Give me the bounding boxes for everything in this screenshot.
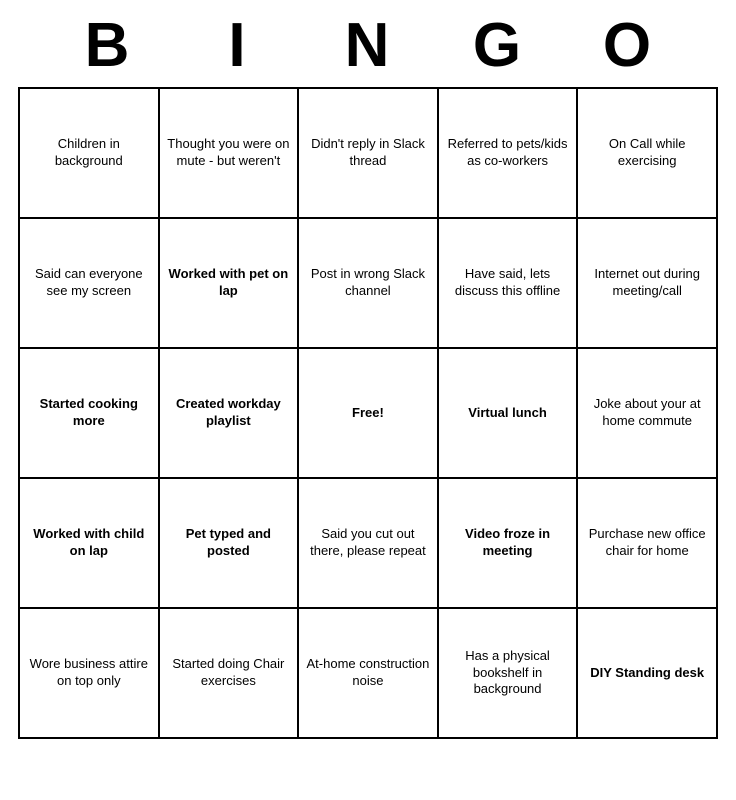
grid-cell-0-4[interactable]: On Call while exercising: [577, 88, 717, 218]
grid-cell-1-1[interactable]: Worked with pet on lap: [159, 218, 299, 348]
grid-cell-4-1[interactable]: Started doing Chair exercises: [159, 608, 299, 738]
grid-cell-4-0[interactable]: Wore business attire on top only: [19, 608, 159, 738]
grid-cell-4-3[interactable]: Has a physical bookshelf in background: [438, 608, 578, 738]
grid-cell-1-4[interactable]: Internet out during meeting/call: [577, 218, 717, 348]
grid-cell-2-0[interactable]: Started cooking more: [19, 348, 159, 478]
bingo-letter-O: O: [563, 10, 693, 81]
grid-cell-2-3[interactable]: Virtual lunch: [438, 348, 578, 478]
grid-row-2: Started cooking moreCreated workday play…: [19, 348, 717, 478]
grid-cell-4-2[interactable]: At-home construction noise: [298, 608, 438, 738]
grid-cell-3-2[interactable]: Said you cut out there, please repeat: [298, 478, 438, 608]
bingo-header: BINGO: [18, 0, 718, 87]
grid-cell-0-1[interactable]: Thought you were on mute - but weren't: [159, 88, 299, 218]
grid-cell-2-2[interactable]: Free!: [298, 348, 438, 478]
grid-row-0: Children in backgroundThought you were o…: [19, 88, 717, 218]
grid-cell-2-4[interactable]: Joke about your at home commute: [577, 348, 717, 478]
grid-cell-3-4[interactable]: Purchase new office chair for home: [577, 478, 717, 608]
bingo-letter-G: G: [433, 10, 563, 81]
bingo-letter-N: N: [303, 10, 433, 81]
grid-cell-3-3[interactable]: Video froze in meeting: [438, 478, 578, 608]
grid-cell-3-0[interactable]: Worked with child on lap: [19, 478, 159, 608]
grid-cell-1-2[interactable]: Post in wrong Slack channel: [298, 218, 438, 348]
grid-cell-0-2[interactable]: Didn't reply in Slack thread: [298, 88, 438, 218]
grid-cell-3-1[interactable]: Pet typed and posted: [159, 478, 299, 608]
bingo-letter-B: B: [43, 10, 173, 81]
grid-cell-2-1[interactable]: Created workday playlist: [159, 348, 299, 478]
bingo-grid: Children in backgroundThought you were o…: [18, 87, 718, 739]
grid-row-4: Wore business attire on top onlyStarted …: [19, 608, 717, 738]
grid-cell-0-0[interactable]: Children in background: [19, 88, 159, 218]
grid-row-3: Worked with child on lapPet typed and po…: [19, 478, 717, 608]
bingo-letter-I: I: [173, 10, 303, 81]
grid-cell-1-0[interactable]: Said can everyone see my screen: [19, 218, 159, 348]
grid-row-1: Said can everyone see my screenWorked wi…: [19, 218, 717, 348]
grid-cell-4-4[interactable]: DIY Standing desk: [577, 608, 717, 738]
grid-cell-1-3[interactable]: Have said, lets discuss this offline: [438, 218, 578, 348]
grid-cell-0-3[interactable]: Referred to pets/kids as co-workers: [438, 88, 578, 218]
